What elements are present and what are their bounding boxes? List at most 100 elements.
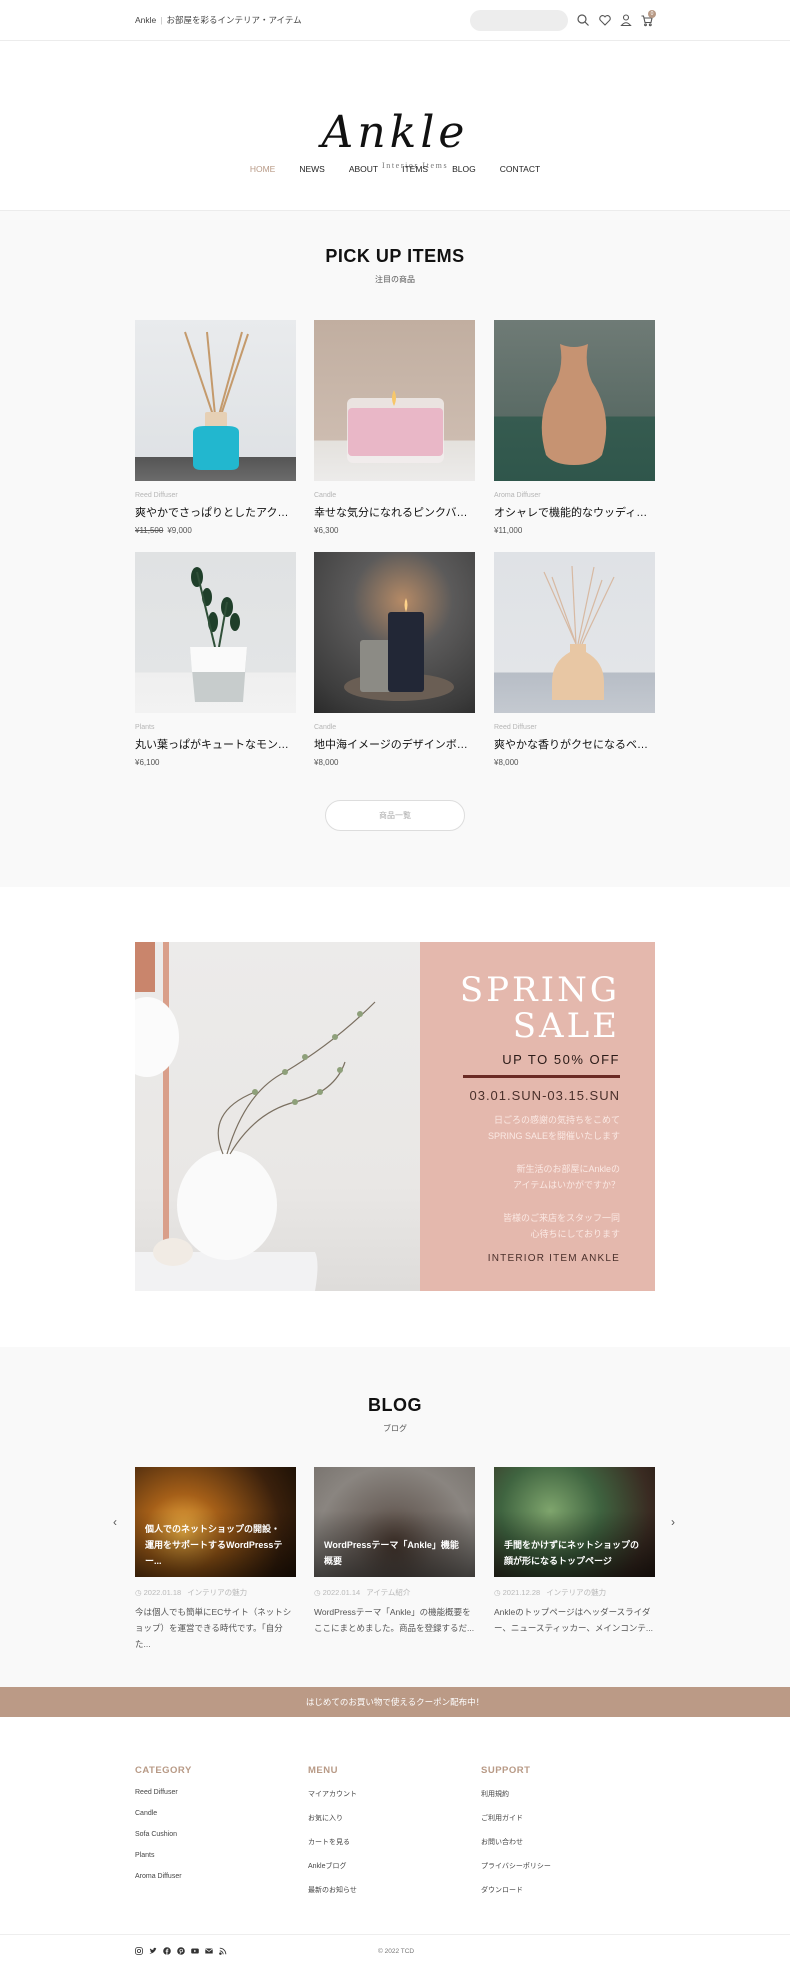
product-name[interactable]: 爽やかな香りがクセになるベルガモット [494, 736, 655, 752]
coupon-banner[interactable]: はじめてのお買い物で使えるクーポン配布中！ [0, 1687, 790, 1717]
product-sale-price: ¥8,000 [494, 758, 519, 767]
blog-card[interactable]: 個人でのネットショップの開設・運用をサポートするWordPressテー... ◷… [135, 1467, 296, 1652]
product-price: ¥6,300 [314, 526, 475, 535]
footer-link[interactable]: 最新のお知らせ [308, 1885, 357, 1895]
product-name[interactable]: 丸い葉っぱがキュートなモンステラ [135, 736, 296, 752]
blog-category[interactable]: インテリアの魅力 [546, 1588, 606, 1597]
footer-link[interactable]: お問い合わせ [481, 1837, 551, 1847]
blog-thumbnail[interactable]: 手間をかけずにネットショップの顔が形になるトップページ [494, 1467, 655, 1577]
blog-category[interactable]: インテリアの魅力 [187, 1588, 247, 1597]
product-price: ¥8,000 [494, 758, 655, 767]
youtube-icon[interactable] [191, 1947, 199, 1955]
logo-text: Ankle [321, 107, 469, 158]
product-category: Reed Diffuser [135, 492, 178, 499]
product-price: ¥8,000 [314, 758, 475, 767]
product-category: Candle [314, 492, 337, 499]
footer-link[interactable]: Plants [135, 1852, 192, 1859]
banner-footer: INTERIOR ITEM ANKLE [487, 1253, 620, 1264]
footer-column-category: CATEGORY Reed Diffuser Candle Sofa Cushi… [135, 1765, 192, 1894]
product-image[interactable] [135, 320, 296, 481]
footer-link[interactable]: Ankleブログ [308, 1861, 357, 1871]
product-image[interactable] [494, 552, 655, 713]
product-card[interactable]: Candle 地中海イメージのデザインボタニカルキャンドル ¥8,000 [314, 552, 475, 767]
blog-card[interactable]: WordPressテーマ「Ankle」機能概要 ◷ 2022.01.14 アイテム… [314, 1467, 475, 1636]
pinterest-icon[interactable] [177, 1947, 185, 1955]
product-card[interactable]: Candle 幸せな気分になれるピンクバニラ ¥6,300 [314, 320, 475, 535]
footer-link[interactable]: 利用規約 [481, 1789, 551, 1799]
banner-message-1: 日ごろの感謝の気持ちをこめて SPRING SALEを開催いたします [488, 1112, 620, 1144]
footer-link[interactable]: ご利用ガイド [481, 1813, 551, 1823]
banner-message-2: 新生活のお部屋にAnkleの アイテムはいかがですか？ [513, 1161, 620, 1193]
product-card[interactable]: Aroma Diffuser オシャレで機能的なウッディーアロマディフューザー … [494, 320, 655, 535]
product-image[interactable] [314, 320, 475, 481]
product-image[interactable] [494, 320, 655, 481]
main-nav: HOME NEWS ABOUT ITEMS BLOG CONTACT [0, 164, 790, 174]
product-price: ¥6,100 [135, 758, 296, 767]
product-name[interactable]: 幸せな気分になれるピンクバニラ [314, 504, 475, 520]
user-icon[interactable] [619, 13, 633, 27]
banner-divider [463, 1075, 620, 1078]
footer-link[interactable]: お気に入り [308, 1813, 357, 1823]
nav-items[interactable]: ITEMS [390, 164, 440, 174]
pickup-section: PICK UP ITEMS 注目の商品 Reed Diffuser 爽やかでさっ… [0, 211, 790, 887]
instagram-icon[interactable] [135, 1947, 143, 1955]
footer-link[interactable]: Candle [135, 1810, 192, 1817]
product-price: ¥11,000 [494, 526, 655, 535]
blog-date: 2022.01.14 [322, 1588, 361, 1597]
rss-icon[interactable] [219, 1947, 227, 1955]
product-name[interactable]: 爽やかでさっぱりとしたアクアマリンの香り [135, 504, 296, 520]
nav-home[interactable]: HOME [238, 164, 288, 174]
copyright: © 2022 TCD [378, 1948, 415, 1955]
blog-post-title[interactable]: WordPressテーマ「Ankle」機能概要 [324, 1537, 467, 1569]
product-card[interactable]: Plants 丸い葉っぱがキュートなモンステラ ¥6,100 [135, 552, 296, 767]
product-card[interactable]: Reed Diffuser 爽やかな香りがクセになるベルガモット ¥8,000 [494, 552, 655, 767]
footer-link[interactable]: プライバシーポリシー [481, 1861, 551, 1871]
nav-news[interactable]: NEWS [287, 164, 337, 174]
blog-post-title[interactable]: 手間をかけずにネットショップの顔が形になるトップページ [504, 1537, 647, 1569]
blog-excerpt: Ankleのトップページはヘッダースライダー、ニュースティッカー、メインコンテ.… [494, 1607, 653, 1633]
brand-name[interactable]: Ankle [135, 15, 156, 25]
banner-message-line: 新生活のお部屋にAnkleの [516, 1164, 620, 1174]
blog-category[interactable]: アイテム紹介 [366, 1588, 410, 1597]
nav-about[interactable]: ABOUT [337, 164, 390, 174]
blog-title: BLOG [368, 1395, 422, 1415]
nav-contact[interactable]: CONTACT [488, 164, 552, 174]
spring-sale-banner[interactable]: SPRING SALE UP TO 50% OFF 03.01.SUN-03.1… [135, 942, 655, 1291]
nav-blog[interactable]: BLOG [440, 164, 488, 174]
carousel-prev-arrow[interactable]: ‹ [113, 1515, 117, 1529]
product-image[interactable] [314, 552, 475, 713]
twitter-icon[interactable] [149, 1947, 157, 1955]
footer-heading: CATEGORY [135, 1765, 192, 1776]
blog-card[interactable]: 手間をかけずにネットショップの顔が形になるトップページ ◷ 2021.12.28… [494, 1467, 655, 1636]
banner-photo [135, 942, 420, 1291]
product-category: Aroma Diffuser [494, 492, 541, 499]
heart-icon[interactable] [598, 13, 612, 27]
footer-link[interactable]: Aroma Diffuser [135, 1873, 192, 1880]
product-name[interactable]: 地中海イメージのデザインボタニカルキャンドル [314, 736, 475, 752]
product-card[interactable]: Reed Diffuser 爽やかでさっぱりとしたアクアマリンの香り ¥11,5… [135, 320, 296, 535]
product-price: ¥11,500 ¥9,000 [135, 526, 296, 535]
blog-meta: ◷ 2021.12.28 インテリアの魅力 [494, 1587, 655, 1598]
footer-column-menu: MENU マイアカウント お気に入り カートを見る Ankleブログ 最新のお知… [308, 1765, 357, 1909]
blog-thumbnail[interactable]: WordPressテーマ「Ankle」機能概要 [314, 1467, 475, 1577]
clock-icon: ◷ [314, 1588, 323, 1597]
blog-post-title[interactable]: 個人でのネットショップの開設・運用をサポートするWordPressテー... [145, 1521, 288, 1569]
product-image[interactable] [135, 552, 296, 713]
search-input[interactable] [470, 10, 568, 31]
footer-link[interactable]: Reed Diffuser [135, 1789, 192, 1796]
carousel-next-arrow[interactable]: › [671, 1515, 675, 1529]
footer-heading: MENU [308, 1765, 338, 1776]
mail-icon[interactable] [205, 1947, 213, 1955]
banner-message-line: アイテムはいかがですか？ [512, 1180, 620, 1190]
search-icon[interactable] [576, 13, 590, 27]
footer-link[interactable]: ダウンロード [481, 1885, 551, 1895]
blog-thumbnail[interactable]: 個人でのネットショップの開設・運用をサポートするWordPressテー... [135, 1467, 296, 1577]
footer-link[interactable]: カートを見る [308, 1837, 357, 1847]
footer-link[interactable]: Sofa Cushion [135, 1831, 192, 1838]
facebook-icon[interactable] [163, 1947, 171, 1955]
footer-bottom-bar: © 2022 TCD [0, 1935, 790, 1972]
product-category: Reed Diffuser [494, 724, 537, 731]
product-name[interactable]: オシャレで機能的なウッディーアロマディフューザー [494, 504, 655, 520]
footer-link[interactable]: マイアカウント [308, 1789, 357, 1799]
view-all-products-button[interactable]: 商品一覧 [325, 800, 465, 831]
